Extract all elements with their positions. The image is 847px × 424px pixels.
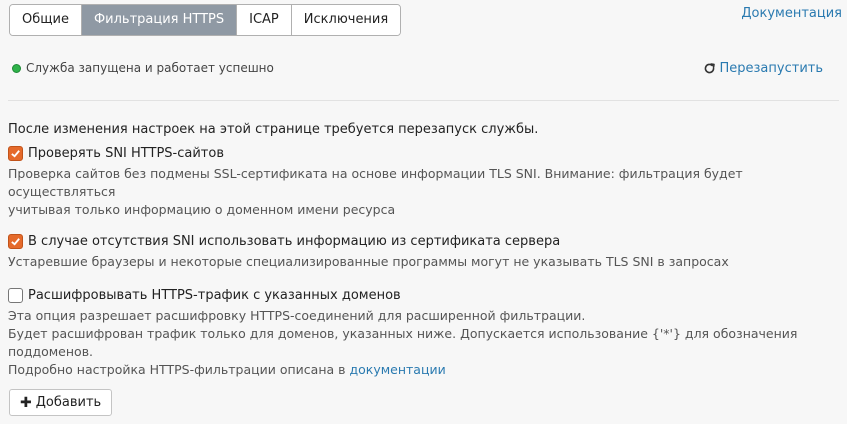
- tab-exceptions[interactable]: Исключения: [291, 5, 401, 35]
- desc-line: Подробно настройка HTTPS-фильтрации опис…: [8, 361, 838, 379]
- decrypt-https-label[interactable]: Расшифровывать HTTPS-трафик с указанных …: [28, 288, 401, 303]
- https-filter-page: Общие Фильтрация HTTPS ICAP Исключения Д…: [0, 0, 847, 424]
- refresh-icon: [704, 63, 715, 74]
- plus-icon: ✚: [20, 394, 32, 411]
- option-check-sni: Проверять SNI HTTPS-сайтов Проверка сайт…: [8, 143, 838, 219]
- divider: [8, 100, 839, 101]
- desc-line: учитывая только информацию о доменном им…: [8, 202, 396, 217]
- documentation-inline-link[interactable]: документации: [349, 362, 445, 377]
- settings-content: После изменения настроек на этой страниц…: [8, 122, 838, 391]
- no-sni-cert-label[interactable]: В случае отсутствия SNI использовать инф…: [28, 234, 560, 249]
- check-sni-label[interactable]: Проверять SNI HTTPS-сайтов: [28, 146, 224, 161]
- service-status: Служба запущена и работает успешно: [12, 61, 274, 75]
- check-sni-description: Проверка сайтов без подмены SSL-сертифик…: [8, 165, 838, 219]
- desc-line: Проверка сайтов без подмены SSL-сертифик…: [8, 166, 743, 199]
- check-sni-checkbox[interactable]: [8, 145, 23, 161]
- status-ok-icon: [12, 63, 21, 73]
- tab-general[interactable]: Общие: [10, 5, 82, 35]
- checkmark-icon: [11, 149, 20, 158]
- option-no-sni-use-cert: В случае отсутствия SNI использовать инф…: [8, 231, 838, 271]
- add-button[interactable]: ✚ Добавить: [9, 389, 113, 416]
- no-sni-cert-checkbox[interactable]: [8, 233, 23, 249]
- documentation-link[interactable]: Документация: [741, 6, 842, 21]
- desc-line: Будет расшифрован трафик только для доме…: [8, 326, 798, 359]
- no-sni-cert-description: Устаревшие браузеры и некоторые специали…: [8, 253, 838, 271]
- desc-line: Устаревшие браузеры и некоторые специали…: [8, 254, 729, 269]
- option-decrypt-https: Расшифровывать HTTPS-трафик с указанных …: [8, 285, 838, 379]
- tab-icap[interactable]: ICAP: [237, 5, 292, 35]
- desc-line: Эта опция разрешает расшифровку HTTPS-со…: [8, 308, 586, 323]
- restart-button[interactable]: Перезапустить: [703, 61, 824, 76]
- restart-label: Перезапустить: [719, 61, 824, 76]
- add-button-label: Добавить: [35, 395, 102, 410]
- tab-https-filtering[interactable]: Фильтрация HTTPS: [81, 5, 238, 35]
- restart-notice: После изменения настроек на этой страниц…: [8, 122, 539, 137]
- decrypt-https-checkbox[interactable]: [8, 287, 23, 303]
- status-text: Служба запущена и работает успешно: [26, 61, 274, 75]
- tab-bar: Общие Фильтрация HTTPS ICAP Исключения: [9, 4, 402, 36]
- desc-link-prefix: Подробно настройка HTTPS-фильтрации опис…: [8, 362, 350, 377]
- checkmark-icon: [11, 237, 20, 246]
- decrypt-https-description: Эта опция разрешает расшифровку HTTPS-со…: [8, 307, 838, 379]
